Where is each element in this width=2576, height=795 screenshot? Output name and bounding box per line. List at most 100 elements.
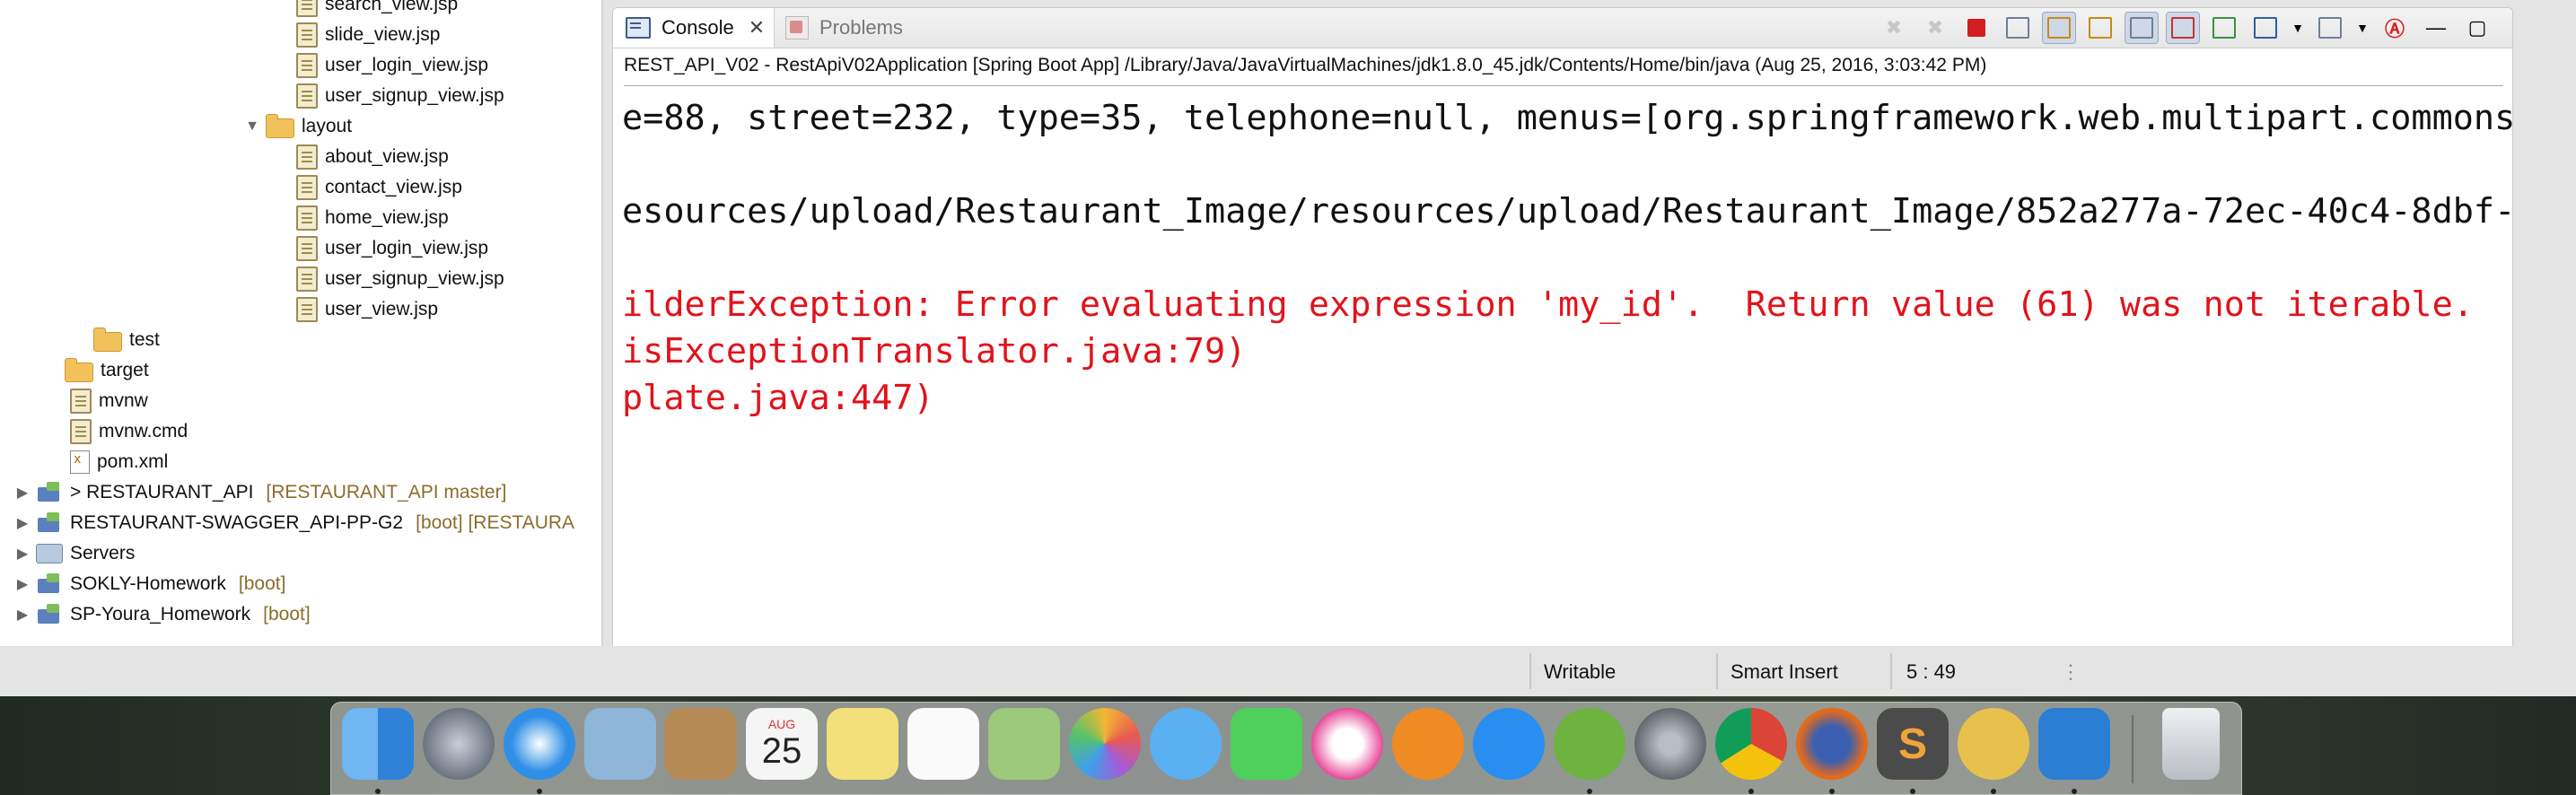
- tree-item-folder[interactable]: target: [65, 355, 149, 386]
- console-line: ilderException: Error evaluating express…: [622, 284, 2474, 325]
- contacts-icon[interactable]: [665, 708, 737, 780]
- system-preferences-icon[interactable]: [1634, 708, 1706, 780]
- calendar-icon[interactable]: AUG 25: [746, 708, 818, 780]
- tree-item-label: RESTAURANT-SWAGGER_API-PP-G2: [70, 512, 404, 533]
- tree-item[interactable]: user_signup_view.jsp: [296, 81, 504, 111]
- maps-icon[interactable]: [988, 708, 1060, 780]
- tree-item-project[interactable]: ▶ Servers: [13, 538, 135, 569]
- launchpad-icon[interactable]: [423, 708, 495, 780]
- open-console-icon[interactable]: [2313, 12, 2347, 44]
- tree-item-project[interactable]: ▶ SOKLY-Homework [boot]: [13, 569, 285, 599]
- collapsed-arrow-icon[interactable]: ▶: [13, 605, 32, 625]
- tree-item-folder[interactable]: test: [93, 325, 160, 355]
- jsp-file-icon: [296, 0, 318, 17]
- tree-item[interactable]: contact_view.jsp: [296, 172, 462, 203]
- photos-icon[interactable]: [1069, 708, 1141, 780]
- remove-launch-icon[interactable]: ✖: [1877, 12, 1911, 44]
- tree-item[interactable]: about_view.jsp: [296, 142, 449, 172]
- status-cursor-position: 5 : 49: [1906, 660, 1957, 683]
- collapsed-arrow-icon[interactable]: ▶: [13, 513, 32, 533]
- collapsed-arrow-icon[interactable]: ▶: [13, 483, 32, 502]
- tree-item[interactable]: user_signup_view.jsp: [296, 264, 504, 294]
- collapsed-arrow-icon[interactable]: ▶: [13, 574, 32, 594]
- reminders-icon[interactable]: [907, 708, 979, 780]
- tree-item-project[interactable]: ▶ SP-Youra_Homework [boot]: [13, 599, 311, 630]
- console-line: e=88, street=232, type=35, telephone=nul…: [622, 98, 2512, 138]
- tree-item-label: mvnw: [99, 390, 148, 411]
- servers-icon: [36, 544, 63, 563]
- spring-tool-suite-icon[interactable]: [1554, 708, 1625, 780]
- tree-item[interactable]: search_view.jsp: [296, 0, 458, 20]
- ant-icon[interactable]: Ⓐ: [2378, 12, 2412, 44]
- drag-handle-icon[interactable]: ⋮: [2061, 657, 2081, 687]
- tree-item[interactable]: user_view.jsp: [296, 294, 438, 325]
- close-icon[interactable]: ✕: [749, 16, 765, 39]
- itunes-icon[interactable]: [1311, 708, 1383, 780]
- sequel-pro-icon[interactable]: [1958, 708, 2029, 780]
- console-output[interactable]: e=88, street=232, type=35, telephone=nul…: [622, 85, 2512, 647]
- app-store-icon[interactable]: [1473, 708, 1545, 780]
- jsp-file-icon: [296, 144, 318, 170]
- ibooks-icon[interactable]: [1392, 708, 1464, 780]
- clear-console-icon[interactable]: [2001, 12, 2035, 44]
- show-on-stdout-icon[interactable]: [2125, 12, 2159, 44]
- console-view: Console ✕ Problems ✖ ✖ ▼ ▼ Ⓐ — ▢ REST_AP…: [612, 7, 2513, 648]
- tree-item-label: user_login_view.jsp: [325, 55, 489, 75]
- terminate-icon[interactable]: [1959, 12, 1993, 44]
- facetime-icon[interactable]: [1231, 708, 1302, 780]
- tree-item[interactable]: mvnw: [70, 386, 148, 416]
- collapsed-arrow-icon[interactable]: ▶: [13, 544, 32, 563]
- tree-item-folder[interactable]: ▼ layout: [242, 111, 352, 142]
- tree-item-label: contact_view.jsp: [325, 177, 462, 197]
- calendar-month: AUG: [767, 716, 796, 731]
- tree-item-label: test: [129, 329, 160, 350]
- tree-item-label: user_login_view.jsp: [325, 238, 489, 258]
- teamviewer-icon[interactable]: [2038, 708, 2110, 780]
- tree-item-label: slide_view.jsp: [325, 24, 441, 45]
- chrome-icon[interactable]: [1715, 708, 1787, 780]
- safari-icon[interactable]: [504, 708, 575, 780]
- problems-icon: [785, 16, 809, 39]
- tab-console[interactable]: Console ✕: [613, 8, 775, 48]
- word-wrap-icon[interactable]: [2083, 12, 2117, 44]
- tree-item[interactable]: slide_view.jsp: [296, 20, 440, 50]
- maximize-icon[interactable]: ▢: [2460, 12, 2494, 44]
- chevron-down-icon[interactable]: ▼: [2290, 12, 2306, 44]
- chevron-down-icon[interactable]: ▼: [2354, 12, 2370, 44]
- messages-icon[interactable]: [1150, 708, 1222, 780]
- project-icon: [36, 573, 63, 595]
- expanded-arrow-icon[interactable]: ▼: [242, 117, 262, 136]
- jsp-file-icon: [296, 53, 318, 78]
- firefox-icon[interactable]: [1796, 708, 1868, 780]
- tree-item-project[interactable]: ▶ RESTAURANT-SWAGGER_API-PP-G2 [boot] [RES…: [13, 508, 574, 538]
- tree-item[interactable]: user_login_view.jsp: [296, 50, 488, 81]
- tree-item[interactable]: user_login_view.jsp: [296, 233, 488, 264]
- finder-icon[interactable]: [342, 708, 414, 780]
- mail-icon[interactable]: [584, 708, 656, 780]
- trash-icon[interactable]: [2162, 708, 2220, 780]
- tree-item[interactable]: mvnw.cmd: [70, 416, 188, 447]
- tab-problems-label: Problems: [819, 16, 903, 39]
- jsp-file-icon: [296, 83, 318, 109]
- show-on-stderr-icon[interactable]: [2166, 12, 2200, 44]
- scroll-lock-icon[interactable]: [2042, 12, 2076, 44]
- file-icon: [70, 389, 92, 414]
- git-decoration: [RESTAURANT_API master]: [266, 482, 507, 502]
- tree-item[interactable]: pom.xml: [70, 447, 168, 477]
- jsp-file-icon: [296, 266, 318, 292]
- minimize-icon[interactable]: —: [2419, 12, 2453, 44]
- tree-item-project[interactable]: ▶ > RESTAURANT_API [RESTAURANT_API master]: [13, 477, 506, 508]
- sublime-text-icon[interactable]: S: [1877, 708, 1949, 780]
- view-tab-bar: Console ✕ Problems ✖ ✖ ▼ ▼ Ⓐ — ▢: [613, 8, 2512, 48]
- project-icon: [36, 604, 63, 625]
- tree-item-label: user_signup_view.jsp: [325, 85, 504, 106]
- notes-icon[interactable]: [827, 708, 898, 780]
- tree-item[interactable]: home_view.jsp: [296, 203, 449, 233]
- display-selected-console-icon[interactable]: [2248, 12, 2282, 44]
- tab-problems[interactable]: Problems: [785, 8, 903, 48]
- pin-console-icon[interactable]: [2207, 12, 2241, 44]
- tab-console-label: Console: [662, 16, 734, 39]
- package-explorer: search_view.jsp slide_view.jsp user_logi…: [0, 0, 603, 646]
- folder-icon: [65, 358, 93, 382]
- remove-all-terminated-icon[interactable]: ✖: [1918, 12, 1952, 44]
